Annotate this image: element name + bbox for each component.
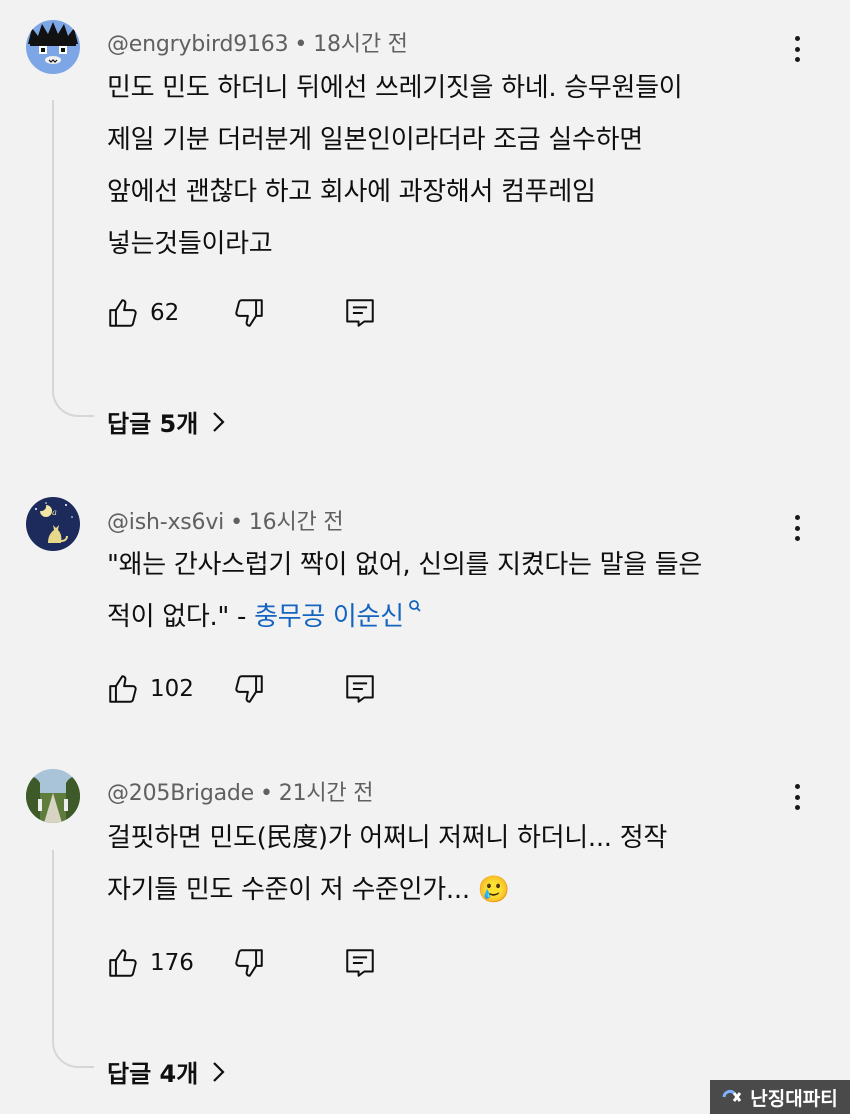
replies-label: 답글 4개 (107, 1060, 199, 1088)
avatar[interactable]: Ca (26, 497, 80, 551)
thumbs-down-icon (235, 299, 263, 327)
replies-label: 답글 5개 (107, 410, 199, 438)
like-count: 102 (150, 676, 194, 702)
reply-icon (346, 299, 374, 327)
chevron-right-icon (213, 411, 225, 432)
like-button[interactable]: 62 (106, 296, 179, 330)
more-vert-icon[interactable] (787, 32, 807, 66)
comment-text: 민도 민도 하더니 뒤에선 쓰레기짓을 하네. 승무원들이 제일 기분 더러분게… (107, 73, 683, 259)
comment-meta: @ish-xs6vi • 16시간 전 (107, 510, 344, 535)
comment-text-body: "왜는 간사스럽기 짝이 없어, 신의를 지켰다는 말을 들은 적이 없다." … (107, 550, 703, 632)
reply-button[interactable] (343, 296, 377, 330)
reply-button[interactable] (343, 946, 377, 980)
comment-time: 18시간 전 (313, 32, 408, 57)
reply-icon (346, 675, 374, 703)
comment-username[interactable]: @205Brigade (107, 781, 254, 806)
comment-time: 16시간 전 (248, 510, 344, 535)
thumbs-up-icon (109, 299, 137, 327)
replies-button[interactable]: 답글 5개 (107, 404, 226, 439)
reply-button[interactable] (343, 672, 377, 706)
replies-button[interactable]: 답글 4개 (107, 1054, 226, 1089)
comment-meta: @205Brigade • 21시간 전 (107, 781, 374, 806)
like-count: 62 (150, 300, 180, 326)
dislike-button[interactable] (232, 296, 266, 330)
watermark: 난징대파티 (710, 1080, 850, 1114)
thread-line (52, 850, 94, 1068)
like-button[interactable]: 102 (106, 672, 194, 706)
comment-meta: @engrybird9163 • 18시간 전 (107, 32, 408, 57)
avatar[interactable] (26, 20, 80, 74)
thumbs-down-icon (235, 949, 263, 977)
comment-text: "왜는 간사스럽기 짝이 없어, 신의를 지켰다는 말을 들은 적이 없다." … (107, 539, 797, 643)
watermark-text: 난징대파티 (750, 1087, 838, 1110)
avatar[interactable] (26, 769, 80, 823)
thumbs-up-icon (109, 949, 137, 977)
search-link[interactable]: 충무공 이순신 (254, 602, 404, 632)
comment-time: 21시간 전 (278, 781, 374, 806)
like-button[interactable]: 176 (106, 946, 194, 980)
dislike-button[interactable] (232, 672, 266, 706)
reply-icon (346, 949, 374, 977)
more-vert-icon[interactable] (787, 780, 807, 814)
search-icon (408, 600, 421, 612)
comment-username[interactable]: @ish-xs6vi (107, 510, 224, 535)
thread-line (52, 100, 94, 417)
like-count: 176 (150, 950, 194, 976)
watermark-logo-icon (722, 1089, 742, 1102)
dislike-button[interactable] (232, 946, 266, 980)
comment-text: 걸핏하면 민도(民度)가 어쩌니 저쩌니 하더니... 정작 자기들 민도 수준… (107, 823, 667, 905)
thumbs-down-icon (235, 675, 263, 703)
chevron-right-icon (213, 1061, 225, 1082)
svg-text:Ca: Ca (46, 508, 57, 517)
thumbs-up-icon (109, 675, 137, 703)
comment-username[interactable]: @engrybird9163 (107, 32, 289, 57)
